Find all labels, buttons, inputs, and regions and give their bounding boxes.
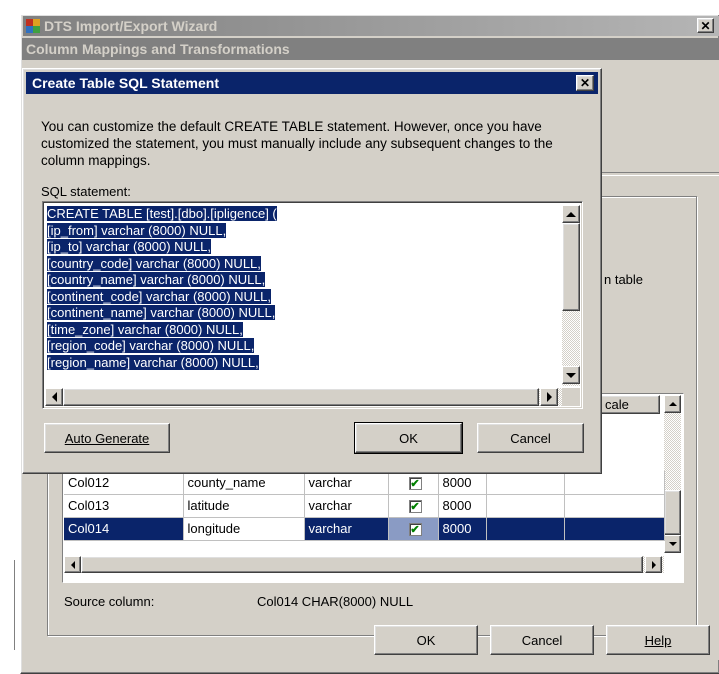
sql-line: [country_name] varchar (8000) NULL, (47, 272, 277, 289)
precision-cell[interactable] (486, 494, 565, 518)
arrow-right-icon (546, 392, 552, 402)
sql-hscroll-thumb[interactable] (63, 388, 539, 406)
grid-scroll-left-button[interactable] (64, 556, 81, 573)
nullable-checkbox[interactable]: ✔ (408, 500, 422, 513)
destination-cell[interactable]: latitude (183, 494, 305, 518)
nullable-checkbox[interactable]: ✔ (408, 523, 422, 536)
destination-cell[interactable]: county_name (183, 471, 305, 495)
close-icon: ✕ (579, 76, 591, 90)
type-cell[interactable]: varchar (304, 494, 389, 518)
arrow-left-icon (51, 392, 57, 402)
checkmark-icon: ✔ (410, 477, 420, 490)
arrow-down-icon (566, 372, 576, 378)
source-column-value: Col014 CHAR(8000) NULL (257, 594, 414, 609)
sql-line: [continent_code] varchar (8000) NULL, (47, 288, 277, 306)
sql-statement-label: SQL statement: (41, 184, 131, 199)
nullable-cell[interactable]: ✔ (388, 471, 439, 495)
nullable-checkbox[interactable]: ✔ (408, 476, 422, 490)
sql-line: CREATE TABLE [test].[dbo].[ipligence] ( (47, 206, 277, 223)
grid-scroll-down-button[interactable] (664, 535, 681, 553)
wizard-ok-button[interactable]: OK (374, 625, 478, 655)
sql-dialog-title: Create Table SQL Statement (32, 75, 219, 91)
sql-scroll-up-button[interactable] (562, 205, 580, 223)
size-cell[interactable]: 8000 (438, 494, 487, 518)
sql-line-text: [continent_code] varchar (8000) NULL, (47, 288, 272, 304)
scale-cell[interactable] (564, 494, 665, 518)
grid-header-scale[interactable]: cale (600, 395, 660, 414)
sql-line: [country_code] varchar (8000) NULL, (47, 255, 277, 273)
sql-scroll-thumb[interactable] (562, 223, 580, 311)
wizard-titlebar: DTS Import/Export Wizard (23, 16, 719, 36)
sql-line-text: [continent_name] varchar (8000) NULL, (47, 305, 276, 320)
arrow-up-icon (566, 211, 576, 217)
sql-line-text: [ip_from] varchar (8000) NULL, (47, 222, 227, 238)
sql-line-text: [region_name] varchar (8000) NULL, (47, 354, 259, 370)
arrow-down-icon (668, 542, 677, 546)
sql-line: [continent_name] varchar (8000) NULL, (47, 305, 277, 322)
mapping-table: Col012 county_name varchar ✔ 8000 Col013… (64, 471, 665, 541)
grid-scroll-thumb[interactable] (664, 490, 681, 535)
wizard-title: DTS Import/Export Wizard (44, 18, 218, 34)
destination-cell[interactable]: longitude (183, 517, 305, 541)
sql-line-text: [ip_to] varchar (8000) NULL, (47, 239, 212, 254)
app-icon (25, 18, 41, 34)
checkmark-icon: ✔ (410, 524, 420, 536)
source-cell[interactable]: Col012 (64, 471, 184, 495)
sql-statement-textarea[interactable]: CREATE TABLE [test].[dbo].[ipligence] ([… (42, 201, 583, 409)
wizard-header: Column Mappings and Transformations (22, 38, 719, 60)
sql-dialog-ok-button[interactable]: OK (354, 422, 463, 454)
wizard-help-button[interactable]: Help (606, 625, 710, 655)
close-icon: ✕ (700, 18, 711, 33)
grid-scroll-right-button[interactable] (645, 556, 662, 573)
sql-line-text: [time_zone] varchar (8000) NULL, (47, 321, 243, 337)
size-cell[interactable]: 8000 (438, 517, 487, 541)
sql-line-text: [region_code] varchar (8000) NULL, (47, 338, 255, 353)
table-row-selected[interactable]: Col014 longitude varchar ✔ 8000 (64, 517, 665, 541)
scale-cell[interactable] (564, 517, 665, 541)
nullable-cell[interactable]: ✔ (388, 494, 439, 518)
source-cell[interactable]: Col013 (64, 494, 184, 518)
wizard-cancel-button[interactable]: Cancel (490, 625, 594, 655)
sql-scroll-left-button[interactable] (45, 388, 63, 406)
sql-line: [region_code] varchar (8000) NULL, (47, 338, 277, 355)
table-row[interactable]: Col013 latitude varchar ✔ 8000 (64, 494, 665, 518)
grid-scroll-up-button[interactable] (664, 395, 681, 413)
sql-line: [ip_from] varchar (8000) NULL, (47, 222, 277, 240)
sql-scroll-corner (562, 388, 580, 406)
type-cell[interactable]: varchar (304, 517, 389, 541)
wizard-close-button[interactable]: ✕ (697, 18, 714, 33)
scale-cell[interactable] (564, 471, 665, 495)
source-column-label: Source column: (64, 594, 155, 609)
source-cell[interactable]: Col014 (64, 517, 184, 541)
sql-dialog-cancel-button[interactable]: Cancel (477, 423, 584, 453)
arrow-left-icon (70, 560, 75, 569)
sql-dialog-close-button[interactable]: ✕ (576, 75, 594, 91)
left-edge (14, 560, 15, 650)
nullable-cell[interactable]: ✔ (388, 517, 439, 541)
sql-dialog-description: You can customize the default CREATE TAB… (41, 119, 553, 168)
type-cell[interactable]: varchar (304, 471, 389, 495)
precision-cell[interactable] (486, 471, 565, 495)
partial-label: n table (604, 272, 644, 287)
grid-hscroll-thumb[interactable] (81, 556, 643, 573)
sql-line-text: [country_name] varchar (8000) NULL, (47, 272, 266, 287)
auto-generate-button[interactable]: Auto Generate (44, 423, 170, 453)
sql-line-text: [country_code] varchar (8000) NULL, (47, 255, 261, 271)
sql-line: [ip_to] varchar (8000) NULL, (47, 239, 277, 256)
precision-cell[interactable] (486, 517, 565, 541)
arrow-up-icon (668, 402, 677, 406)
sql-line: [time_zone] varchar (8000) NULL, (47, 321, 277, 339)
sql-dialog-titlebar: Create Table SQL Statement (26, 72, 598, 94)
sql-line-text: CREATE TABLE [test].[dbo].[ipligence] ( (47, 206, 277, 221)
sql-line: [region_name] varchar (8000) NULL, (47, 354, 277, 372)
sql-scroll-right-button[interactable] (540, 388, 558, 406)
checkmark-icon: ✔ (410, 501, 420, 513)
size-cell[interactable]: 8000 (438, 471, 487, 495)
wizard-header-title: Column Mappings and Transformations (26, 41, 290, 57)
table-row[interactable]: Col012 county_name varchar ✔ 8000 (64, 471, 665, 495)
sql-scroll-down-button[interactable] (562, 366, 580, 384)
arrow-right-icon (651, 560, 656, 569)
